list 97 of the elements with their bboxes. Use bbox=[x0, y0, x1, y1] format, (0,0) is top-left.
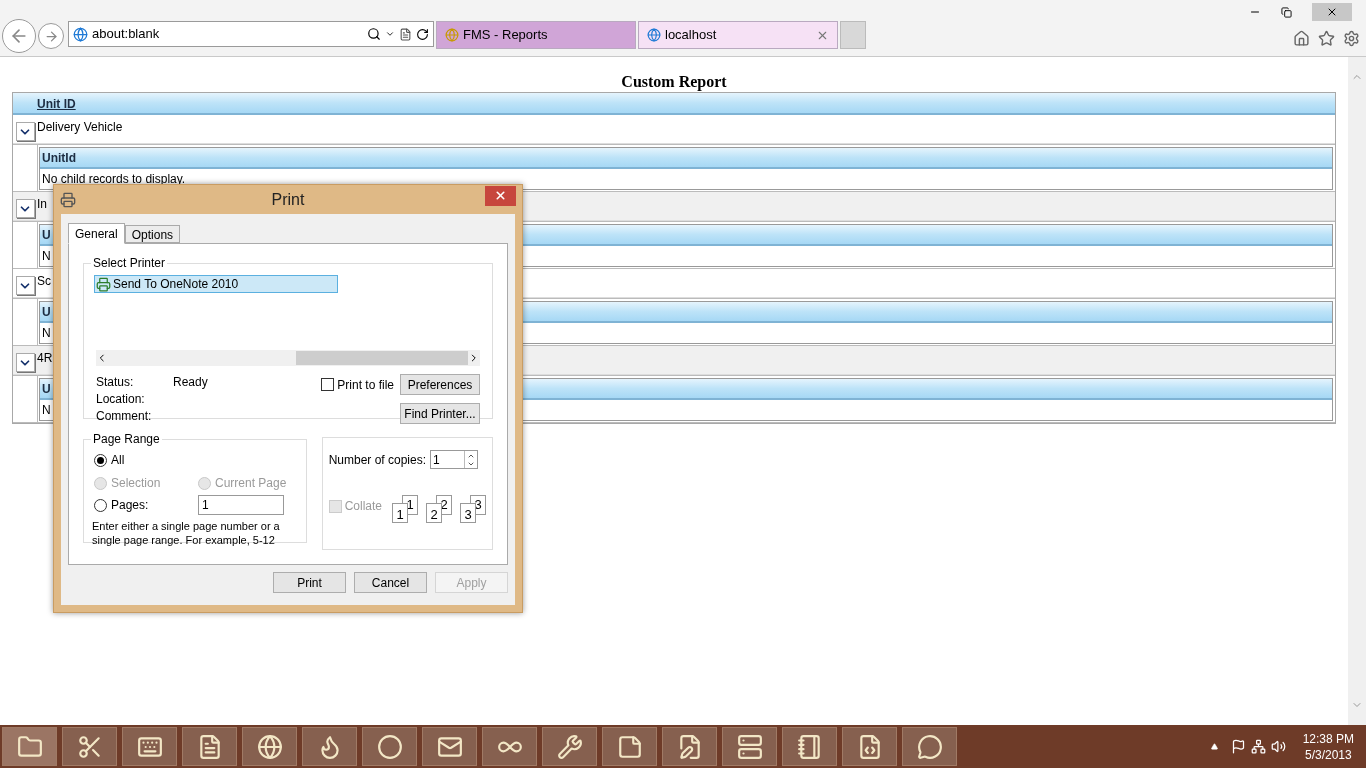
tray-expand-icon[interactable] bbox=[1210, 743, 1218, 750]
empty-message: No child records to display. bbox=[42, 172, 186, 186]
row-text: In bbox=[37, 196, 47, 213]
info-label: Status: bbox=[96, 374, 135, 391]
tab-favicon-icon bbox=[647, 28, 661, 42]
hint-text: Enter either a single page number or a single page range. For example, 5-12 bbox=[92, 519, 281, 547]
expand-toggle[interactable] bbox=[15, 353, 35, 372]
find-printer-button[interactable]: Find Printer... bbox=[400, 403, 480, 424]
copies-spinner[interactable]: 1 bbox=[430, 450, 479, 469]
printer-icon bbox=[60, 191, 76, 208]
taskbar-button[interactable] bbox=[182, 727, 237, 766]
report-title: Custom Report bbox=[620, 73, 728, 91]
child-column-header[interactable]: U bbox=[42, 305, 51, 319]
page-sheet: 1 bbox=[392, 503, 408, 523]
close-button[interactable] bbox=[485, 185, 516, 206]
dialog-tab[interactable]: Options bbox=[124, 225, 181, 243]
taskbar-button[interactable] bbox=[842, 727, 897, 766]
page-sheet: 3 bbox=[460, 503, 476, 523]
circle-icon bbox=[376, 733, 403, 760]
taskbar-button[interactable] bbox=[542, 727, 597, 766]
expand-toggle[interactable] bbox=[15, 276, 35, 295]
settings-icon[interactable] bbox=[1343, 30, 1360, 47]
taskbar-button[interactable] bbox=[242, 727, 297, 766]
row-text: Delivery Vehicle bbox=[37, 119, 123, 136]
speech-bubble-icon bbox=[916, 733, 943, 760]
restore-icon[interactable] bbox=[1281, 6, 1292, 18]
pages-field[interactable]: 1 bbox=[198, 495, 284, 515]
refresh-icon[interactable] bbox=[416, 27, 429, 41]
back-button[interactable] bbox=[2, 19, 36, 53]
empty-message: N bbox=[42, 249, 51, 263]
flag-icon[interactable] bbox=[1230, 739, 1246, 754]
notebook-icon bbox=[796, 733, 823, 760]
browser-tab[interactable]: localhost bbox=[638, 21, 838, 49]
close-icon bbox=[494, 189, 507, 202]
dialog-button[interactable]: Print bbox=[273, 572, 346, 593]
radio-option[interactable]: All bbox=[94, 451, 296, 469]
page-icon bbox=[73, 26, 88, 42]
folder-icon bbox=[16, 733, 43, 760]
radio-button[interactable] bbox=[94, 453, 107, 467]
info-value: Ready bbox=[173, 374, 208, 391]
info-label: Location: bbox=[96, 391, 146, 408]
child-column-header[interactable]: UnitId bbox=[42, 151, 76, 165]
printer-item[interactable]: Send To OneNote 2010 bbox=[94, 275, 338, 293]
expand-toggle[interactable] bbox=[15, 122, 35, 141]
forward-button[interactable] bbox=[38, 23, 64, 49]
taskbar-button[interactable] bbox=[62, 727, 117, 766]
printer-icon bbox=[96, 276, 111, 292]
scissors-icon bbox=[76, 733, 103, 760]
taskbar-button[interactable] bbox=[362, 727, 417, 766]
taskbar-button[interactable] bbox=[302, 727, 357, 766]
taskbar-button[interactable] bbox=[482, 727, 537, 766]
browser-tab[interactable]: FMS - Reports bbox=[436, 21, 636, 49]
taskbar-button[interactable] bbox=[902, 727, 957, 766]
taskbar-button[interactable] bbox=[602, 727, 657, 766]
close-icon bbox=[1326, 6, 1338, 18]
favorites-star-icon[interactable] bbox=[1318, 30, 1335, 47]
child-column-header[interactable]: U bbox=[42, 228, 51, 242]
tab-favicon-icon bbox=[445, 28, 459, 42]
print-to-file-checkbox[interactable]: Print to file bbox=[321, 375, 394, 394]
expand-toggle[interactable] bbox=[15, 199, 35, 218]
preferences-button[interactable]: Preferences bbox=[400, 374, 480, 395]
search-icon[interactable] bbox=[367, 27, 381, 41]
empty-message: N bbox=[42, 326, 51, 340]
taskbar-button[interactable] bbox=[422, 727, 477, 766]
globe-icon bbox=[256, 733, 283, 760]
row-text: 4R bbox=[37, 350, 53, 367]
network-icon[interactable] bbox=[1250, 739, 1266, 754]
horizontal-scrollbar[interactable] bbox=[96, 350, 480, 366]
taskbar-button[interactable] bbox=[782, 727, 837, 766]
taskbar-button[interactable] bbox=[722, 727, 777, 766]
empty-message: N bbox=[42, 403, 51, 417]
checkbox[interactable] bbox=[321, 378, 335, 391]
taskbar-button[interactable] bbox=[2, 727, 57, 766]
info-label: Comment: bbox=[96, 408, 153, 425]
dialog-tab[interactable]: General bbox=[68, 223, 125, 244]
page-sheet: 2 bbox=[426, 503, 442, 523]
volume-icon[interactable] bbox=[1270, 739, 1286, 754]
taskbar-button[interactable] bbox=[122, 727, 177, 766]
server-icon bbox=[736, 733, 763, 760]
taskbar-button[interactable] bbox=[662, 727, 717, 766]
group-label: Select Printer bbox=[92, 255, 167, 272]
wrench-icon bbox=[556, 733, 583, 760]
dialog-title: Print bbox=[271, 189, 305, 210]
row-text: Sc bbox=[37, 273, 51, 290]
dialog-button[interactable]: Cancel bbox=[354, 572, 427, 593]
copies-label: Number of copies: bbox=[328, 451, 427, 469]
group-label: Page Range bbox=[92, 431, 161, 448]
home-icon[interactable] bbox=[1293, 30, 1310, 47]
address-bar[interactable]: about:blank bbox=[68, 21, 434, 47]
radio-option[interactable]: Pages: bbox=[94, 496, 198, 514]
clock[interactable]: 12:38 PM 5/3/2013 bbox=[1290, 730, 1366, 763]
radio-button[interactable] bbox=[94, 498, 107, 512]
column-header[interactable]: Unit ID bbox=[37, 93, 76, 113]
child-column-header[interactable]: U bbox=[42, 382, 51, 396]
dropdown-icon[interactable] bbox=[385, 29, 395, 39]
compat-view-icon[interactable] bbox=[399, 27, 412, 41]
sticky-note-icon bbox=[616, 733, 643, 760]
